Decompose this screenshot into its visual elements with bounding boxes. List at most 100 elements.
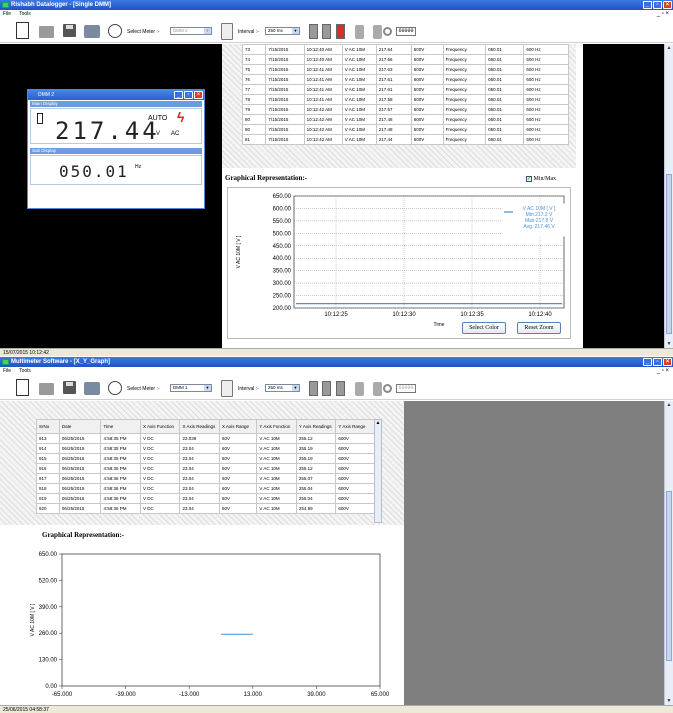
dmm-restore-button[interactable]: ▫ [184,91,193,99]
close-button[interactable]: × [663,358,672,366]
column-header[interactable]: Y Axis Function [256,419,297,434]
reset-zoom-button[interactable]: Reset Zoom [517,322,561,334]
new-file-icon[interactable] [16,22,29,39]
column-header[interactable]: Date [58,419,102,434]
scroll-up-icon[interactable]: ▲ [375,420,381,426]
menu-file[interactable]: File [3,10,11,19]
table-row[interactable]: 78 7/15/2015 10:12:41 AM V AC 10M 217.58 600V… [241,94,569,105]
page-scrollbar[interactable]: ▲ ▼ [664,44,673,348]
menu-tools[interactable]: Tools [19,367,31,376]
page-scrollbar[interactable]: ▲ ▼ [664,401,673,705]
new-file-icon[interactable] [16,379,29,396]
dmm-minimize-button[interactable]: _ [174,91,183,99]
column-header[interactable]: X Axis Range [218,419,258,434]
title-bar[interactable]: Rishabh Datalogger - [Single DMM] _ ▫ × [0,0,673,10]
alarm-graph-icon[interactable] [336,24,345,39]
title-bar[interactable]: Multimeter Software - [X_Y_Graph] _ ▫ × [0,357,673,367]
table-row[interactable]: 73 7/15/2015 10:12:40 AM V AC 10M 217.64 600V… [241,44,569,55]
column-header[interactable]: Time [100,419,141,434]
alarm-graph-icon[interactable] [336,381,345,396]
xy-graph-icon[interactable] [322,381,331,396]
column-header[interactable]: X Axis Function [139,419,181,434]
table-scrollbar[interactable]: ▲ [374,419,382,523]
graph-icon[interactable] [309,381,318,396]
table-row[interactable]: 918 06/25/2015 4:58:36 PM V DC 23.04 60V V AC … [36,483,376,494]
probe-icon[interactable] [355,25,364,39]
print-icon[interactable] [84,382,100,395]
select-meter-dropdown[interactable]: DMM 1 ▼ [170,384,212,392]
scroll-down-icon[interactable]: ▼ [666,698,672,704]
table-cell: 255.07 [295,473,337,484]
mdi-controls[interactable]: _ ▫ × [657,367,669,376]
scroll-up-icon[interactable]: ▲ [666,402,672,408]
table-row[interactable]: 74 7/15/2015 10:12:40 AM V AC 10M 217.66 600V… [241,54,569,65]
minmax-checkbox[interactable]: ✓ Min/Max [526,176,556,182]
table-cell: 10:12:40 AM [303,54,343,65]
table-row[interactable]: 913 06/25/2015 4:58:35 PM V DC 23.039 60V V AC… [36,433,376,444]
table-cell: 600V [335,503,376,514]
minimize-button[interactable]: _ [643,1,652,9]
restore-button[interactable]: ▫ [653,1,662,9]
close-button[interactable]: × [663,1,672,9]
menu-tools[interactable]: Tools [19,10,31,19]
graph-icon[interactable] [309,24,318,39]
scroll-thumb[interactable] [666,491,672,661]
scroll-up-icon[interactable]: ▲ [666,45,672,51]
open-folder-icon[interactable] [39,383,54,395]
table-cell: 10:12:41 AM [303,94,343,105]
dmm-title-bar[interactable]: DMM 2 _ ▫ × [28,90,204,100]
meter-icon[interactable] [221,380,233,397]
table-row[interactable]: 80 7/15/2015 10:12:42 AM V AC 10M 217.48 600V… [241,114,569,125]
probe-settings-icon[interactable] [373,382,382,396]
table-row[interactable]: 917 06/25/2015 4:58:36 PM V DC 23.04 60V V AC … [36,473,376,484]
table-row[interactable]: 75 7/15/2015 10:12:41 AM V AC 10M 217.63 600V… [241,64,569,75]
table-row[interactable]: 914 06/25/2015 4:58:35 PM V DC 23.04 60V V AC … [36,443,376,454]
minimize-button[interactable]: _ [643,358,652,366]
settings-gear-icon[interactable] [383,27,392,36]
interval-dropdown[interactable]: 250 ms ▼ [265,27,300,35]
dmm-window: DMM 2 _ ▫ × Main Display AUTO ϟ 217.44 V A… [27,89,205,209]
table-row[interactable]: 920 06/25/2015 4:58:36 PM V DC 23.04 60V V AC … [36,503,376,514]
save-icon[interactable] [63,24,76,37]
table-cell: 600V [335,463,376,474]
table-row[interactable]: 915 06/25/2015 4:58:35 PM V DC 23.04 60V V AC … [36,453,376,464]
table-row[interactable]: 80 7/15/2015 10:12:42 AM V AC 10M 217.48 600V… [241,124,569,135]
save-icon[interactable] [63,381,76,394]
interval-dropdown[interactable]: 250 ms ▼ [265,384,300,392]
column-header[interactable]: X Axis Readings [179,419,220,434]
table-cell: 600V [335,493,376,504]
time-chart[interactable]: 650.00 600.00 550.00 500.00 450.00 400.00 350.… [228,188,572,340]
table-row[interactable]: 81 7/15/2015 10:12:42 AM V AC 10M 217.44 600V… [241,134,569,145]
column-header[interactable]: SrNo [36,419,60,434]
table-row[interactable]: 916 06/25/2015 4:58:35 PM V DC 23.04 60V V AC … [36,463,376,474]
column-header[interactable]: Y Axis Readings [295,419,337,434]
probe-icon[interactable] [355,382,364,396]
select-color-button[interactable]: Select Color [462,322,506,334]
xy-graph-icon[interactable] [322,24,331,39]
table-cell: 919 [36,493,60,504]
table-row[interactable]: 76 7/15/2015 10:12:41 AM V AC 10M 217.61 600V… [241,74,569,85]
table-row[interactable]: 79 7/15/2015 10:12:42 AM V AC 10M 217.57 600V… [241,104,569,115]
restore-button[interactable]: ▫ [653,358,662,366]
settings-gear-icon[interactable] [383,384,392,393]
mdi-controls[interactable]: _ ▫ × [657,10,669,19]
open-folder-icon[interactable] [39,26,54,38]
xy-chart[interactable]: 650.00 520.00 390.00 260.00 130.00 0.00 -65.00… [22,544,404,705]
table-cell: 23.04 [179,453,220,464]
scroll-down-icon[interactable]: ▼ [666,341,672,347]
print-icon[interactable] [84,25,100,38]
probe-settings-icon[interactable] [373,25,382,39]
meter-icon[interactable] [221,23,233,40]
dmm-close-button[interactable]: × [194,91,203,99]
table-row[interactable]: 919 06/25/2015 4:58:36 PM V DC 23.04 60V V AC … [36,493,376,504]
connect-globe-icon[interactable] [108,381,122,395]
table-row[interactable]: 77 7/15/2015 10:12:41 AM V AC 10M 217.61 600V… [241,84,569,95]
scroll-thumb[interactable] [666,174,672,334]
select-meter-dropdown[interactable]: DMM 2 ▼ [170,27,212,35]
table-cell: 217.57 [375,104,412,115]
connect-globe-icon[interactable] [108,24,122,38]
menu-bar: File Tools _ ▫ × [0,367,673,376]
table-cell: 255.19 [295,453,337,464]
menu-file[interactable]: File [3,367,11,376]
column-header[interactable]: Y Axis Range [335,419,376,434]
